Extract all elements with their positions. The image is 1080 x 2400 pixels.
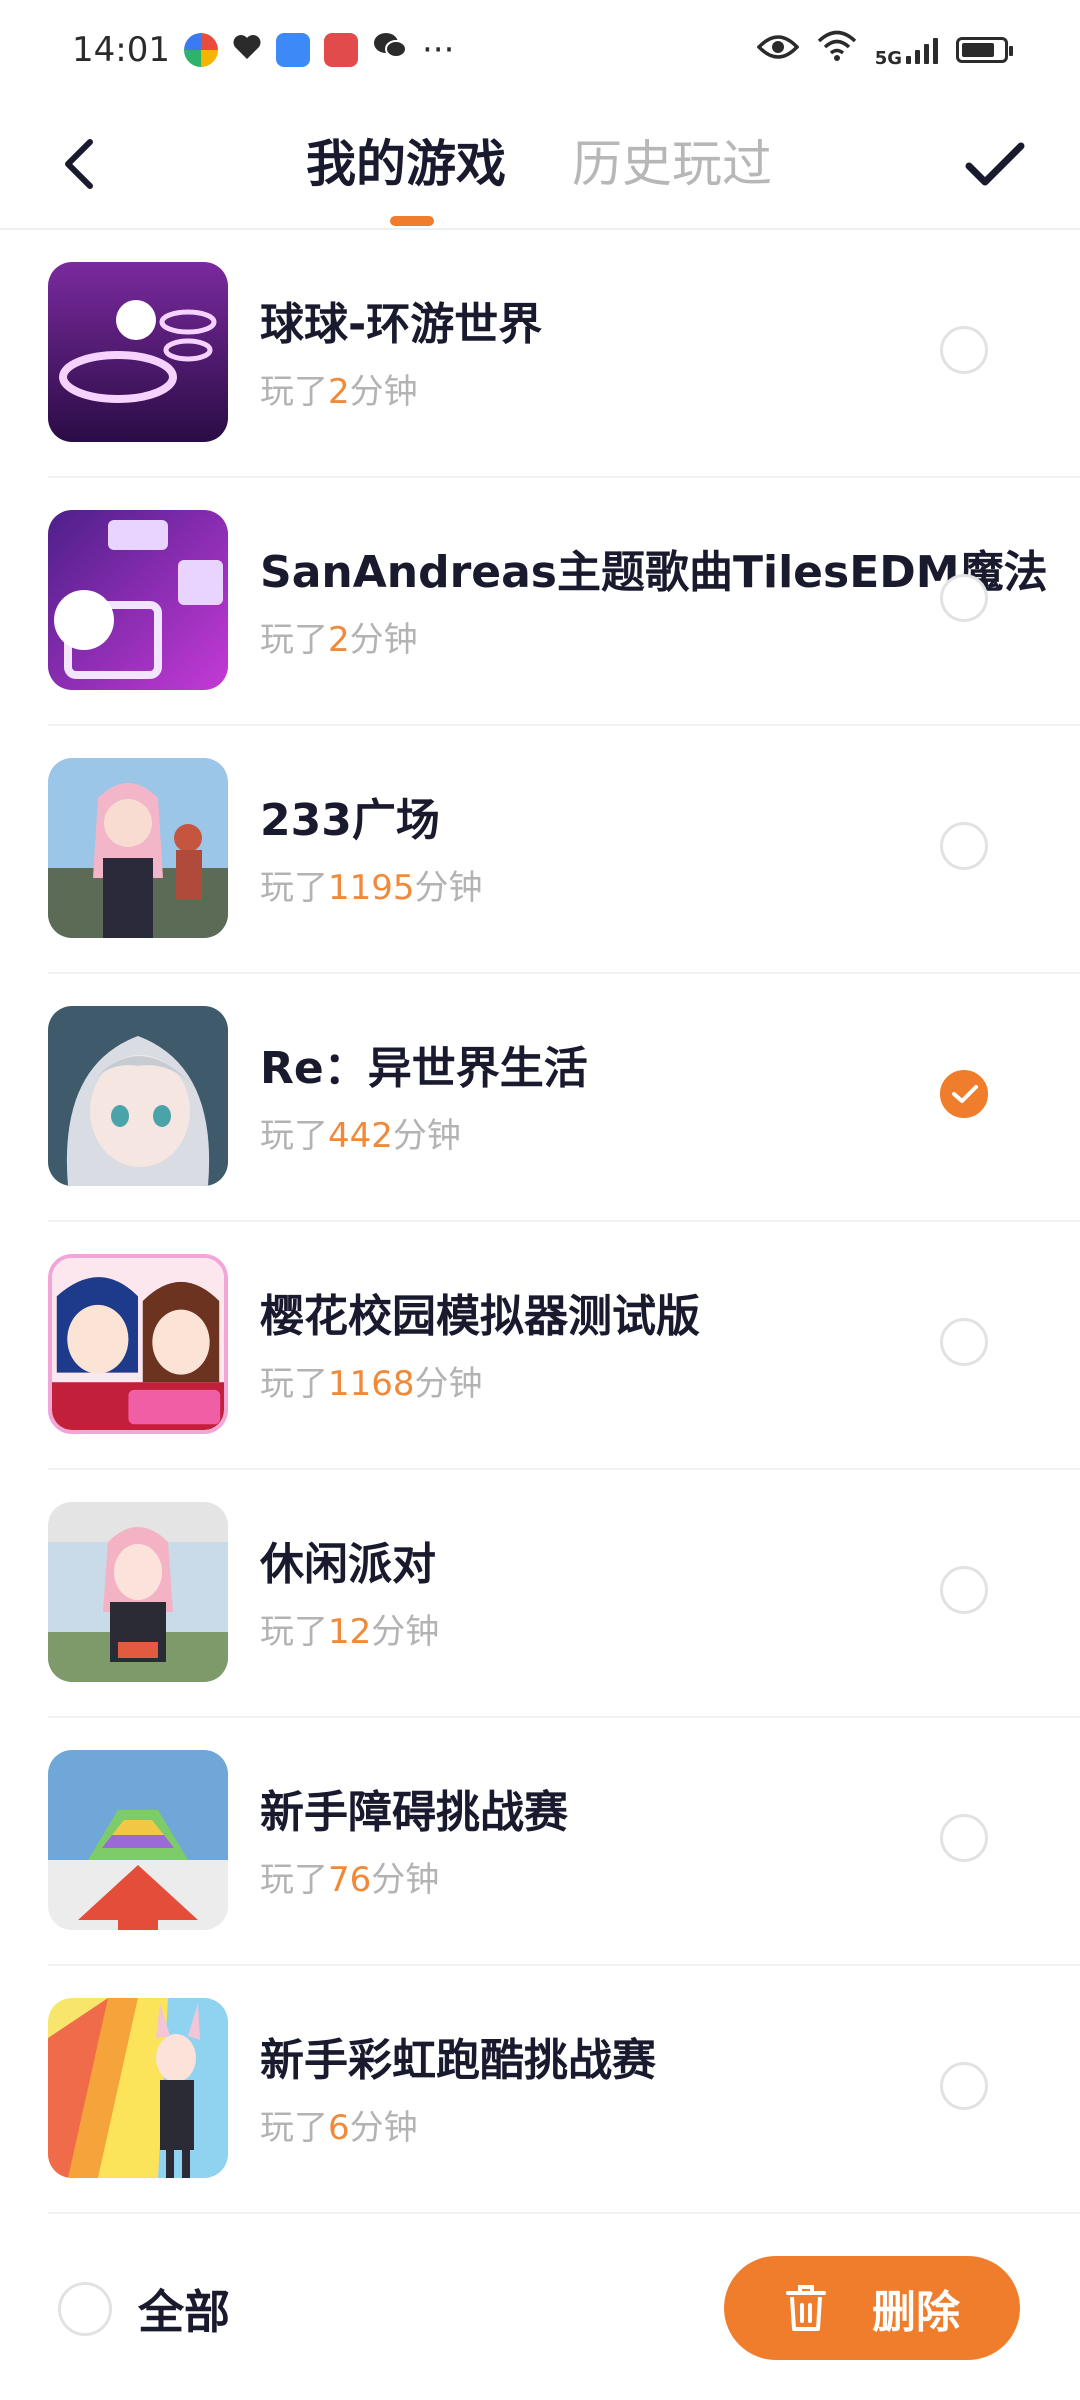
check-icon bbox=[965, 142, 1025, 186]
game-title: 樱花校园模拟器测试版 bbox=[260, 1291, 700, 1342]
game-icon-ball-world bbox=[48, 262, 228, 442]
tab-history-played[interactable]: 历史玩过 bbox=[572, 124, 772, 204]
game-icon-sakura-school bbox=[48, 1254, 228, 1434]
game-playtime: 玩了12分钟 bbox=[260, 1612, 440, 1652]
select-radio[interactable] bbox=[940, 574, 988, 622]
game-icon-re-zero bbox=[48, 1006, 228, 1186]
game-title: 休闲派对 bbox=[260, 1539, 436, 1590]
delete-button[interactable]: 删除 bbox=[724, 2256, 1020, 2360]
game-row[interactable]: 休闲派对 玩了12分钟 bbox=[48, 1470, 1080, 1718]
game-row[interactable]: 樱花校园模拟器测试版 玩了1168分钟 bbox=[48, 1222, 1080, 1470]
game-playtime: 玩了76分钟 bbox=[260, 1860, 440, 1900]
eye-icon bbox=[756, 30, 800, 70]
select-radio[interactable] bbox=[940, 1566, 988, 1614]
game-icon-casual-party bbox=[48, 1502, 228, 1682]
select-radio[interactable] bbox=[940, 326, 988, 374]
select-all-label: 全部 bbox=[138, 2285, 230, 2339]
game-playtime: 玩了2分钟 bbox=[260, 620, 418, 660]
header: 我的游戏 历史玩过 bbox=[0, 100, 1080, 230]
confirm-button[interactable] bbox=[950, 124, 1040, 204]
select-all-toggle[interactable]: 全部 bbox=[58, 2276, 230, 2342]
tab-my-games[interactable]: 我的游戏 bbox=[306, 124, 506, 204]
game-playtime: 玩了6分钟 bbox=[260, 2108, 418, 2148]
status-left: 14:01 ··· bbox=[72, 30, 454, 70]
battery-icon bbox=[956, 37, 1013, 63]
game-row[interactable]: SanAndreas主题歌曲TilesEDM魔法 玩了2分钟 bbox=[48, 478, 1080, 726]
select-radio[interactable] bbox=[940, 2062, 988, 2110]
game-icon-rainbow-parkour bbox=[48, 1998, 228, 2178]
game-row[interactable]: Re：异世界生活 玩了442分钟 bbox=[48, 974, 1080, 1222]
game-title: 新手彩虹跑酷挑战赛 bbox=[260, 2035, 656, 2086]
more-notifications-icon: ··· bbox=[421, 30, 455, 70]
game-playtime: 玩了1195分钟 bbox=[260, 868, 483, 908]
status-time: 14:01 bbox=[72, 30, 170, 70]
game-title: 233广场 bbox=[260, 795, 440, 846]
back-button[interactable] bbox=[40, 124, 120, 204]
game-title: 球球-环游世界 bbox=[260, 299, 543, 350]
game-title: SanAndreas主题歌曲TilesEDM魔法 bbox=[260, 547, 1048, 598]
game-playtime: 玩了2分钟 bbox=[260, 372, 418, 412]
select-radio[interactable] bbox=[940, 1318, 988, 1366]
game-icon-obstacle-challenge bbox=[48, 1750, 228, 1930]
select-radio[interactable] bbox=[940, 1814, 988, 1862]
status-right: 5G bbox=[756, 30, 1013, 71]
select-radio-checked[interactable] bbox=[940, 1070, 988, 1118]
select-radio[interactable] bbox=[940, 822, 988, 870]
game-title: 新手障碍挑战赛 bbox=[260, 1787, 568, 1838]
game-icon-tiles-edm bbox=[48, 510, 228, 690]
heart-icon bbox=[232, 30, 262, 70]
cloud-app-icon bbox=[275, 33, 310, 67]
game-icon-233-plaza bbox=[48, 758, 228, 938]
game-row[interactable]: 新手障碍挑战赛 玩了76分钟 bbox=[48, 1718, 1080, 1966]
notification-app-icon bbox=[183, 33, 218, 67]
status-bar: 14:01 ··· 5G bbox=[0, 0, 1080, 100]
book-app-icon bbox=[323, 33, 358, 67]
check-icon bbox=[952, 1085, 978, 1103]
game-row[interactable]: 新手彩虹跑酷挑战赛 玩了6分钟 bbox=[48, 1966, 1080, 2214]
signal-icon bbox=[906, 36, 938, 64]
game-row[interactable]: 233广场 玩了1195分钟 bbox=[48, 726, 1080, 974]
delete-label: 删除 bbox=[872, 2287, 960, 2338]
chevron-left-icon bbox=[65, 139, 93, 189]
trash-icon bbox=[786, 2285, 826, 2331]
game-list: 球球-环游世界 玩了2分钟 SanAndreas主题歌曲TilesEDM魔法 玩… bbox=[0, 230, 1080, 2214]
game-title: Re：异世界生活 bbox=[260, 1043, 588, 1094]
wechat-icon bbox=[372, 30, 408, 70]
game-row[interactable]: 球球-环游世界 玩了2分钟 bbox=[48, 230, 1080, 478]
game-playtime: 玩了442分钟 bbox=[260, 1116, 461, 1156]
game-playtime: 玩了1168分钟 bbox=[260, 1364, 483, 1404]
tab-indicator bbox=[390, 216, 434, 226]
bottom-action-bar: 全部 删除 bbox=[0, 2220, 1080, 2400]
select-all-radio[interactable] bbox=[58, 2282, 112, 2336]
wifi-icon bbox=[817, 30, 857, 71]
network-type-label: 5G bbox=[874, 47, 902, 69]
